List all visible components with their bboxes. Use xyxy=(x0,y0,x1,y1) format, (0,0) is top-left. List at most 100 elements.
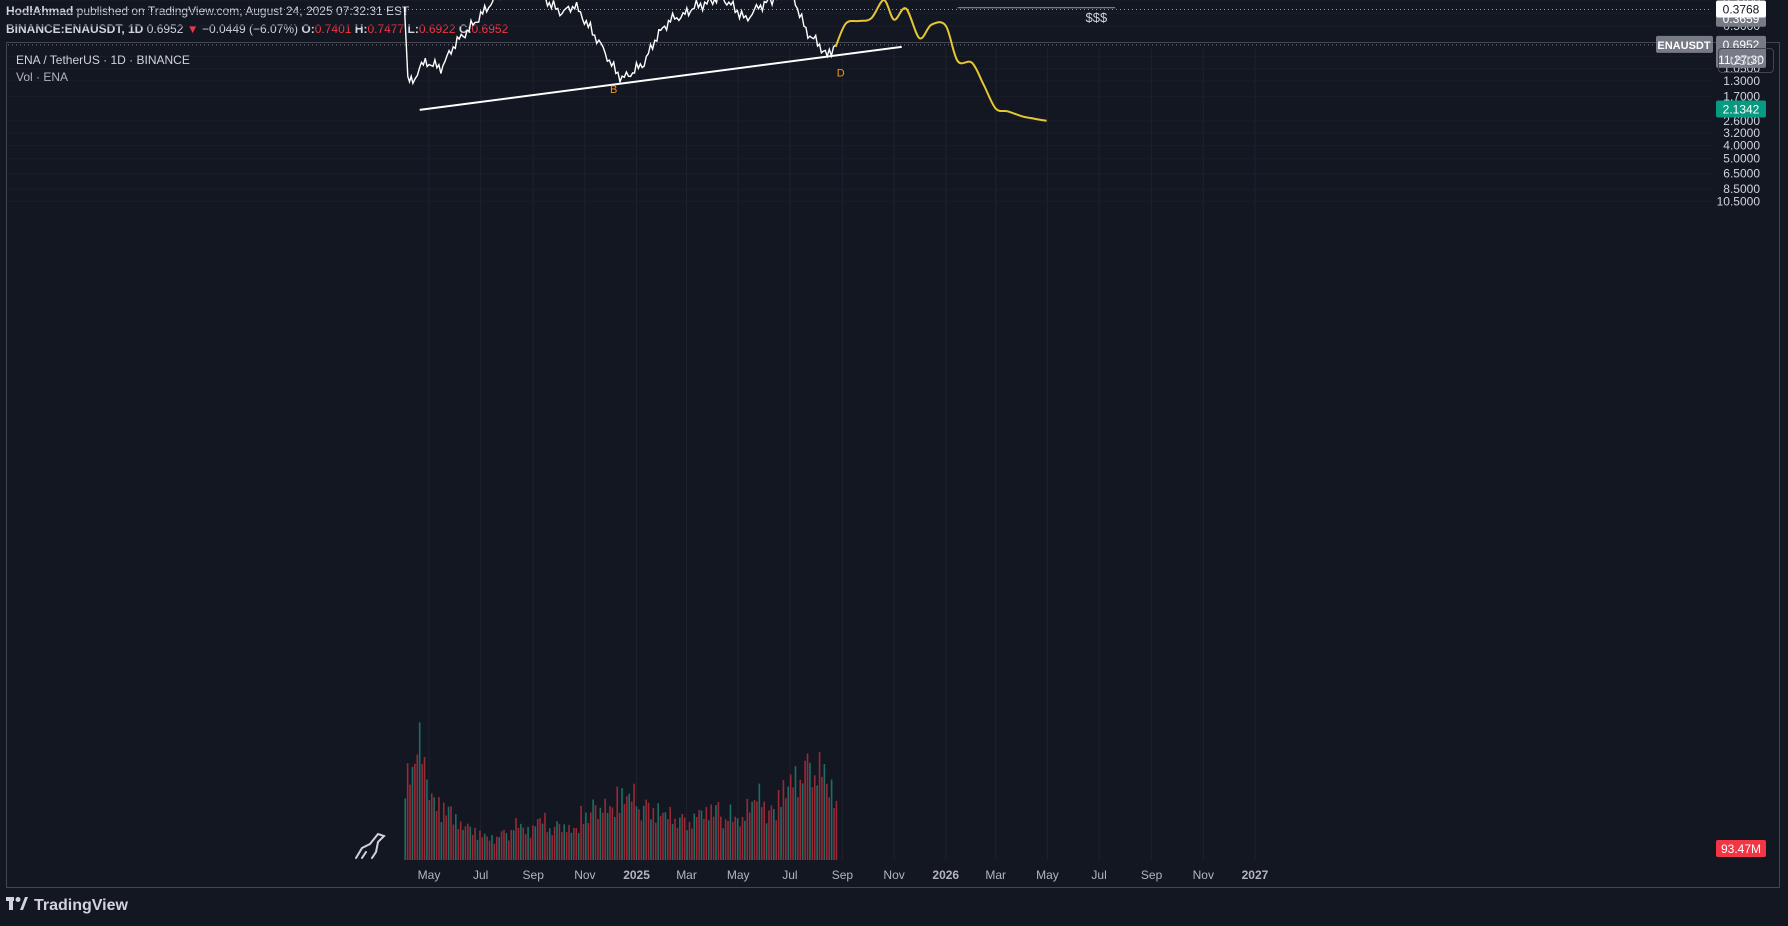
volume-bar xyxy=(811,787,814,860)
volume-bar xyxy=(546,832,549,860)
target-price-label: 2.1342 xyxy=(1723,103,1760,117)
volume-bar xyxy=(455,814,457,860)
currency-button[interactable]: USDT xyxy=(1718,48,1774,73)
volume-bar xyxy=(433,797,435,860)
volume-bar xyxy=(609,805,611,860)
volume-bar xyxy=(768,810,770,860)
volume-bar xyxy=(813,775,816,860)
volume-bar xyxy=(710,804,712,860)
volume-bar xyxy=(445,815,447,860)
symbol-tag: ENAUSDT xyxy=(1657,40,1710,52)
volume-bar xyxy=(508,840,510,860)
x-tick-label: May xyxy=(1036,868,1059,882)
tradingview-logo-text: TradingView xyxy=(34,897,128,914)
volume-bar xyxy=(589,812,592,860)
dino-icon xyxy=(355,832,386,859)
volume-bar xyxy=(467,823,469,860)
volume-bar xyxy=(498,837,500,860)
volume-bar xyxy=(551,835,553,860)
volume-bar xyxy=(691,828,693,860)
volume-bar xyxy=(676,827,679,860)
volume-bar xyxy=(594,805,597,860)
projection-path xyxy=(834,0,1047,122)
volume-bar xyxy=(765,823,768,860)
volume-bar xyxy=(421,764,423,860)
chart-legend-title[interactable]: ENA / TetherUS · 1D · BINANCE xyxy=(16,53,190,67)
volume-bar xyxy=(667,819,669,860)
volume-bar xyxy=(618,812,621,860)
volume-bar xyxy=(635,806,638,860)
volume-bar xyxy=(450,806,452,860)
volume-bar xyxy=(483,833,486,860)
volume-bar xyxy=(601,812,604,860)
volume-bar xyxy=(438,797,440,860)
volume-bar xyxy=(772,808,775,860)
volume-bar xyxy=(756,801,758,860)
volume-bar xyxy=(544,812,546,860)
volume-bar xyxy=(491,835,493,860)
volume-bar xyxy=(734,816,737,860)
x-tick-label: Nov xyxy=(574,868,595,882)
volume-bar xyxy=(748,812,751,860)
volume-bar xyxy=(799,779,802,860)
volume-bar xyxy=(503,829,505,860)
volume-bar xyxy=(705,806,708,860)
volume-bar xyxy=(462,829,464,860)
volume-bar xyxy=(700,810,703,860)
volume-bar xyxy=(780,806,782,860)
price-chart[interactable]: May Jul Sep Nov 2025 Mar May Jul Sep Nov 2026 Mar Ma… xyxy=(0,0,1788,926)
volume-bar xyxy=(647,802,650,860)
volume-bar xyxy=(568,824,570,860)
volume-bar xyxy=(459,821,462,860)
x-tick-label: Nov xyxy=(883,868,904,882)
x-tick-label: Mar xyxy=(676,868,697,882)
volume-bar xyxy=(529,837,532,860)
volume-bar xyxy=(758,783,761,860)
volume-bar xyxy=(510,829,513,860)
volume-bar xyxy=(715,805,717,860)
volume-bar xyxy=(616,786,619,860)
volume-bar xyxy=(500,831,503,860)
volume-bar xyxy=(606,812,609,860)
volume-bar xyxy=(662,812,664,860)
volume-bar xyxy=(536,819,539,860)
volume-bar xyxy=(565,832,568,860)
volume-bar xyxy=(476,839,479,860)
volume-bar xyxy=(695,817,698,860)
y-tick-label: 4.0000 xyxy=(1723,139,1760,153)
x-tick-label: Sep xyxy=(523,868,545,882)
volume-bar xyxy=(782,780,785,860)
volume-bar xyxy=(816,785,818,860)
volume-bar xyxy=(640,820,643,860)
x-tick-label: May xyxy=(418,868,441,882)
volume-bar xyxy=(573,827,575,860)
volume-bar xyxy=(614,817,616,860)
volume-bar xyxy=(688,821,691,860)
volume-bar xyxy=(674,818,676,860)
tradingview-logo[interactable]: TradingView xyxy=(6,897,128,915)
volume-bar xyxy=(739,826,741,860)
volume-bar xyxy=(469,826,472,860)
y-tick-label: 1.3000 xyxy=(1723,74,1760,88)
volume-bar xyxy=(505,833,508,860)
volume-bar xyxy=(548,828,551,860)
x-tick-label: Sep xyxy=(1141,868,1163,882)
volume-bar xyxy=(563,824,566,860)
volume-bar xyxy=(712,816,715,860)
volume-bar xyxy=(585,812,587,860)
volume-bar xyxy=(727,821,729,860)
volume-bar xyxy=(806,753,809,860)
volume-bar xyxy=(638,809,640,860)
volume-bar xyxy=(744,820,746,860)
wave-label-d: D xyxy=(837,67,845,79)
volume-bar xyxy=(746,798,749,860)
x-tick-label: Jul xyxy=(782,868,797,882)
volume-bar xyxy=(671,823,674,860)
volume-bar xyxy=(664,812,667,860)
volume-legend[interactable]: Vol · ENA xyxy=(16,70,68,84)
volume-bar xyxy=(818,751,821,860)
volume-bar xyxy=(604,798,606,860)
volume-bar xyxy=(630,801,633,860)
volume-bar xyxy=(442,802,445,860)
volume-bar xyxy=(623,804,626,860)
